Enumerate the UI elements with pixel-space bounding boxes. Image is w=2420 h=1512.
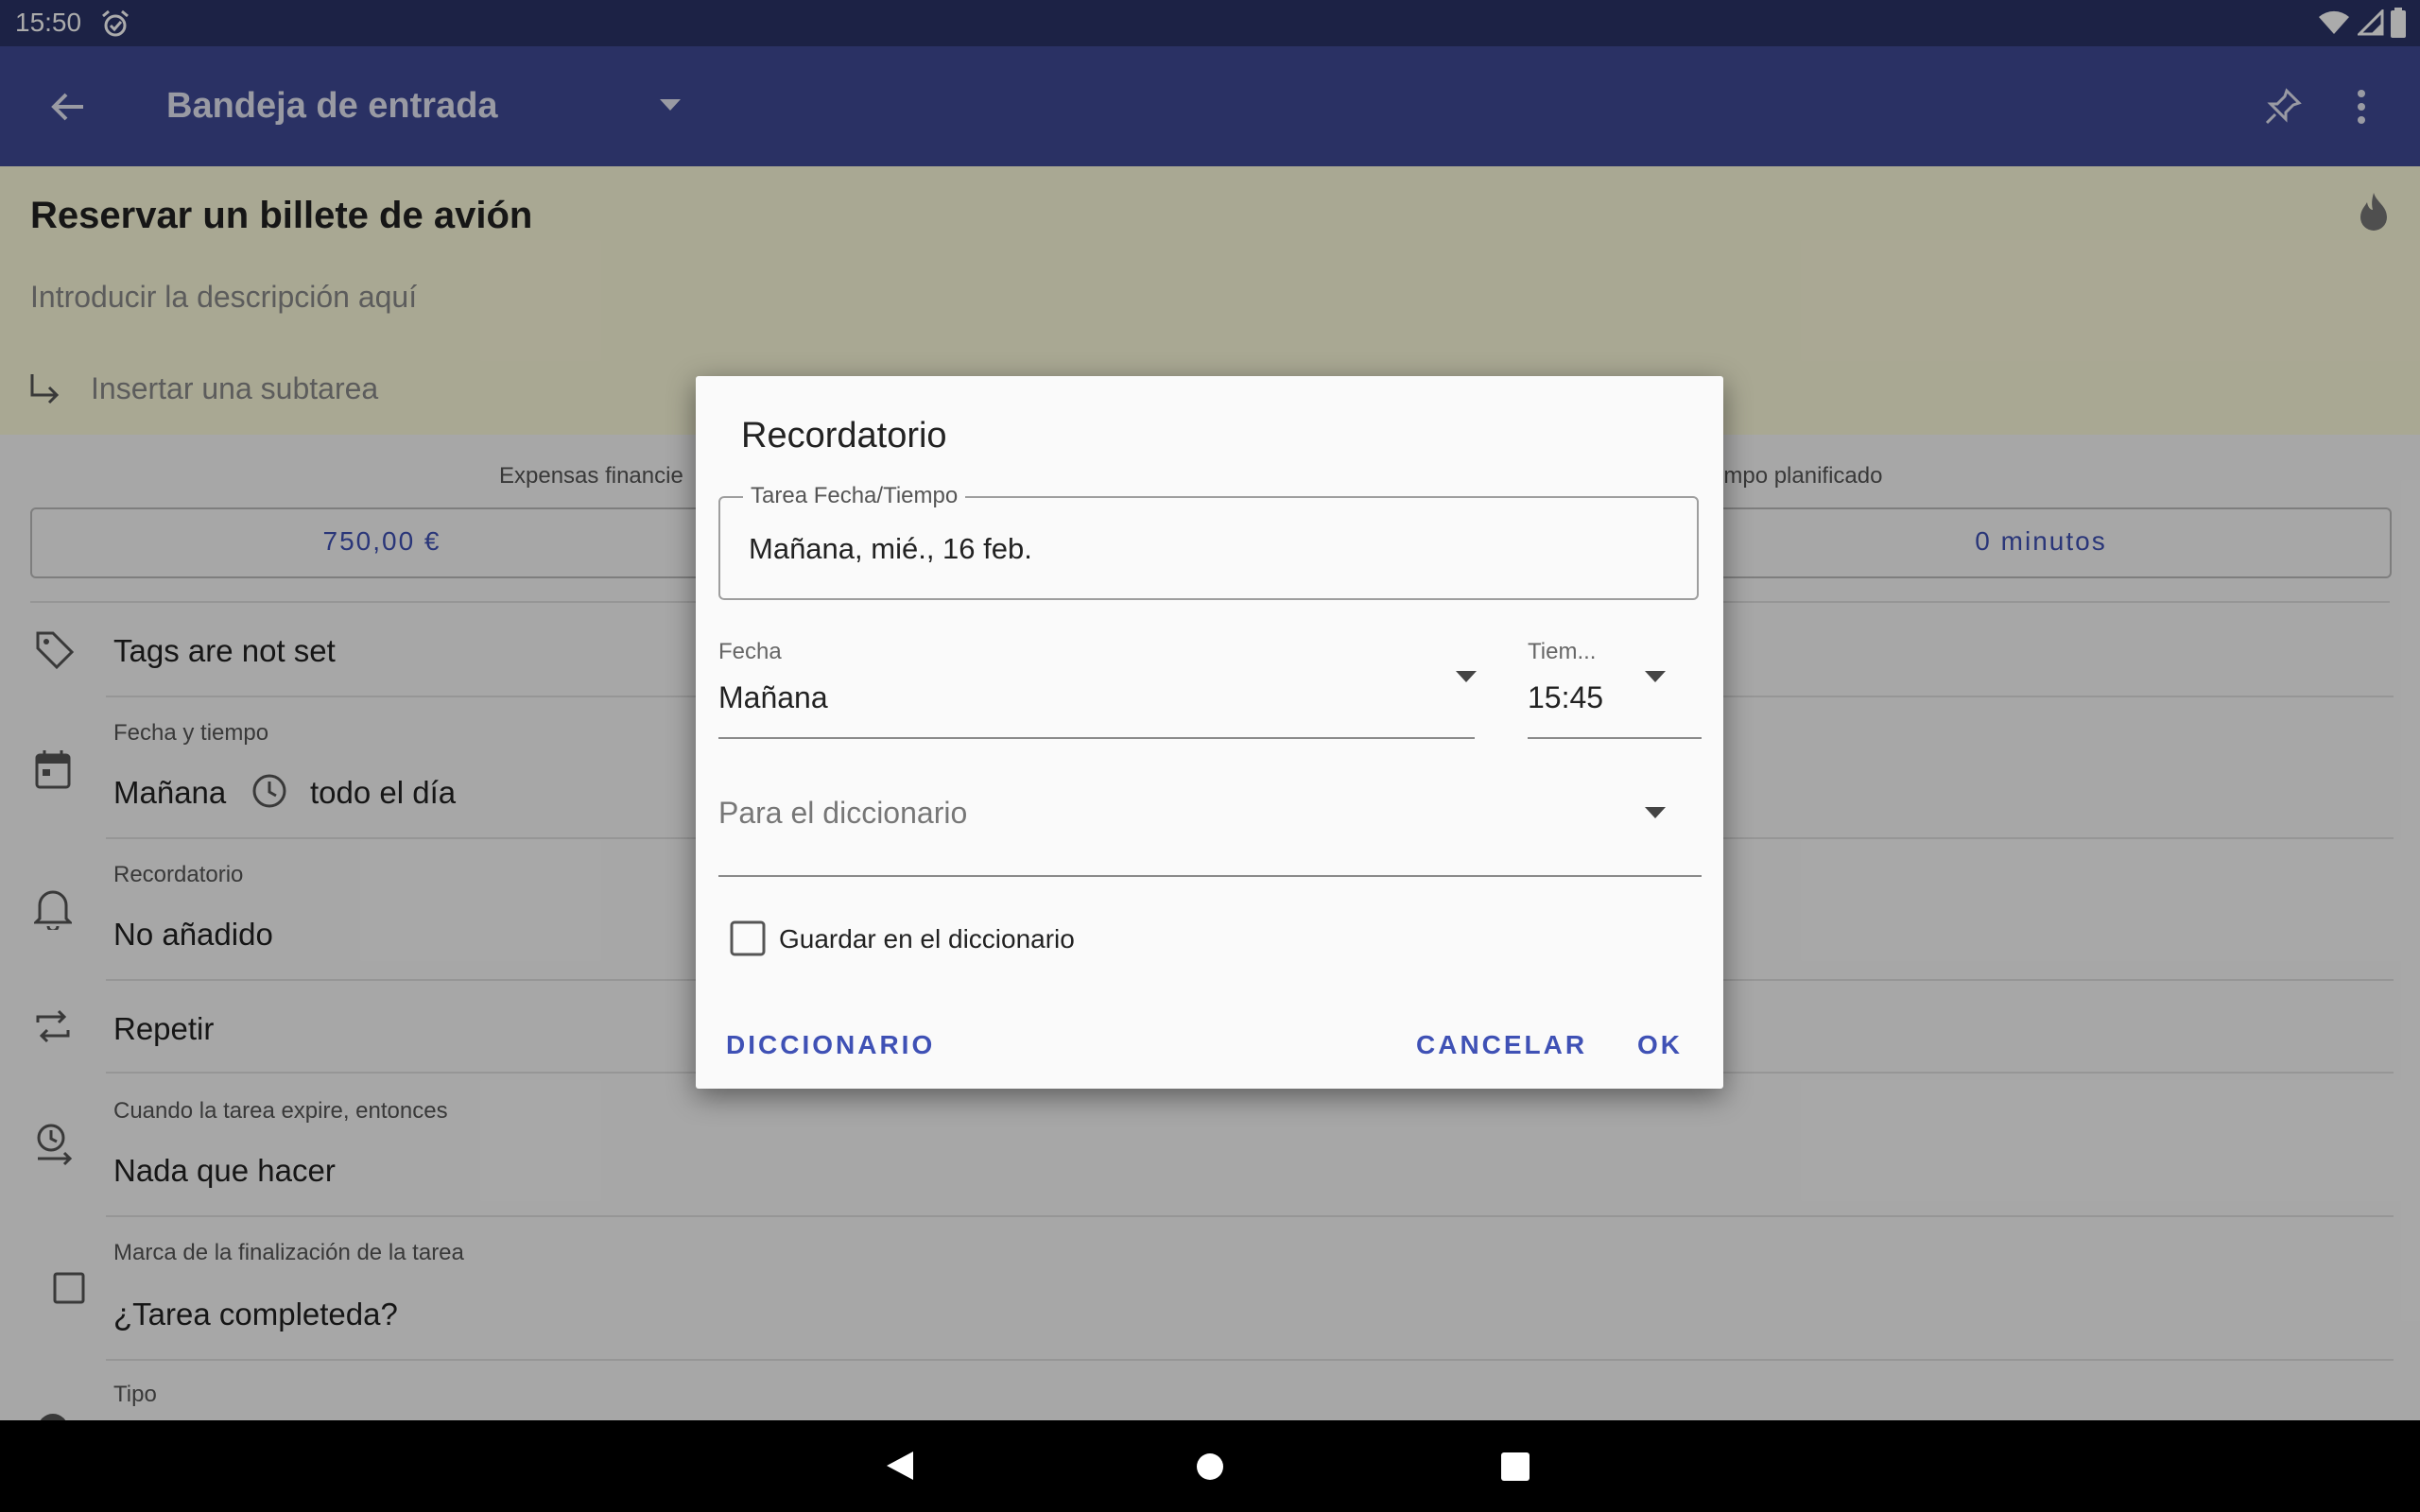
cancel-button[interactable]: CANCELAR	[1416, 1030, 1587, 1060]
time-dropdown-icon[interactable]	[1645, 671, 1666, 682]
navigation-bar	[0, 1420, 2420, 1512]
dictionary-dropdown-icon[interactable]	[1645, 807, 1666, 818]
dictionary-button[interactable]: DICCIONARIO	[726, 1030, 935, 1060]
nav-home-icon[interactable]	[1196, 1452, 1224, 1481]
reminder-dialog: Recordatorio Tarea Fecha/Tiempo Mañana, …	[696, 376, 1723, 1089]
date-select[interactable]: Mañana	[718, 680, 828, 715]
dictionary-underline	[718, 875, 1702, 877]
ok-button[interactable]: OK	[1637, 1030, 1683, 1060]
time-underline	[1528, 737, 1702, 739]
task-datetime-label: Tarea Fecha/Tiempo	[743, 483, 966, 509]
nav-recents-icon[interactable]	[1501, 1452, 1530, 1481]
task-datetime-value: Mañana, mié., 16 feb.	[749, 532, 1032, 565]
time-select[interactable]: 15:45	[1528, 680, 1603, 715]
date-field-label: Fecha	[718, 639, 782, 664]
time-field-label: Tiem...	[1528, 639, 1597, 664]
nav-back-icon[interactable]	[885, 1450, 915, 1482]
date-dropdown-icon[interactable]	[1456, 671, 1477, 682]
save-dictionary-checkbox[interactable]	[730, 920, 766, 956]
task-datetime-field[interactable]: Tarea Fecha/Tiempo Mañana, mié., 16 feb.	[718, 483, 1699, 600]
date-underline	[718, 737, 1475, 739]
save-dictionary-label[interactable]: Guardar en el diccionario	[779, 924, 1075, 954]
dictionary-select[interactable]: Para el diccionario	[718, 796, 967, 831]
dialog-title: Recordatorio	[741, 416, 947, 455]
